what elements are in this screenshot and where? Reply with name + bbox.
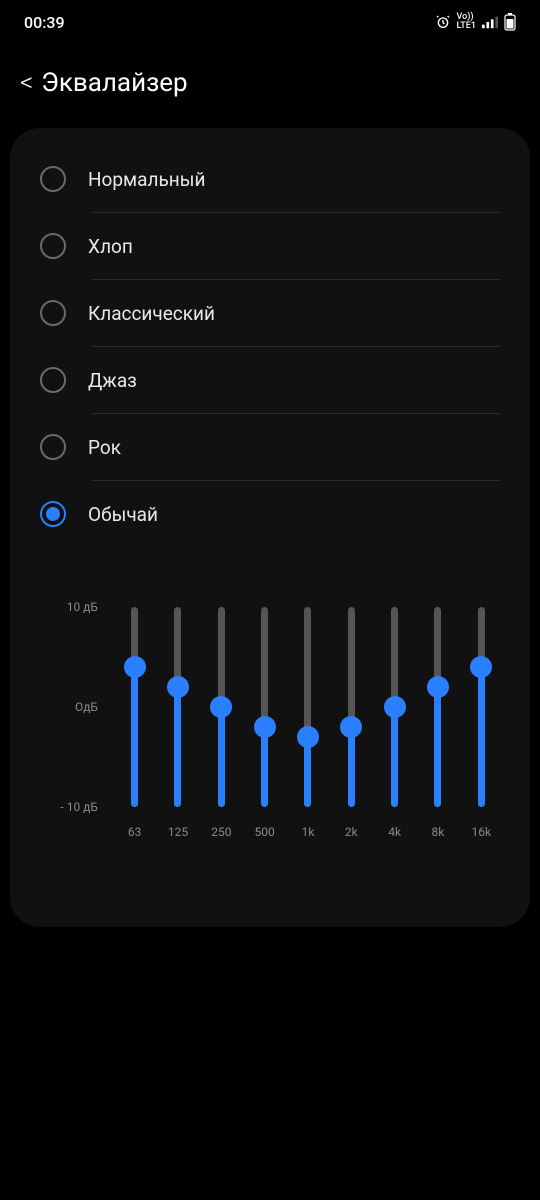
- eq-thumb[interactable]: [297, 726, 319, 748]
- preset-label: Классический: [88, 302, 215, 325]
- preset-label: Обычай: [88, 503, 158, 526]
- eq-thumb[interactable]: [254, 716, 276, 738]
- radio-classic[interactable]: [40, 300, 66, 326]
- eq-band-4k[interactable]: [376, 607, 413, 807]
- radio-normal[interactable]: [40, 166, 66, 192]
- header: < Эквалайзер: [0, 44, 540, 118]
- eq-xlabel: 16k: [463, 825, 500, 839]
- eq-band-1k[interactable]: [289, 607, 326, 807]
- eq-fill: [218, 707, 225, 807]
- eq-fill: [348, 727, 355, 807]
- eq-thumb[interactable]: [210, 696, 232, 718]
- preset-label: Джаз: [88, 369, 137, 392]
- eq-band-63[interactable]: [116, 607, 153, 807]
- eq-ylabel: - 10 дБ: [60, 800, 98, 814]
- preset-label: Нормальный: [88, 168, 205, 191]
- preset-label: Хлоп: [88, 235, 133, 258]
- eq-band-250[interactable]: [203, 607, 240, 807]
- preset-classic[interactable]: Классический: [10, 280, 530, 346]
- volte-indicator: Vo))LTE1: [457, 13, 476, 31]
- eq-band-500[interactable]: [246, 607, 283, 807]
- eq-fill: [478, 667, 485, 807]
- preset-custom[interactable]: Обычай: [10, 481, 530, 547]
- preset-list: Нормальный Хлоп Классический Джаз Рок Обычай: [10, 146, 530, 547]
- eq-xlabel: 125: [159, 825, 196, 839]
- eq-fill: [174, 687, 181, 807]
- eq-thumb[interactable]: [470, 656, 492, 678]
- alarm-icon: [435, 14, 451, 30]
- eq-fill: [434, 687, 441, 807]
- radio-custom[interactable]: [40, 501, 66, 527]
- eq-xlabel: 250: [203, 825, 240, 839]
- eq-sliders: [116, 607, 500, 807]
- back-button[interactable]: <: [20, 68, 33, 98]
- radio-rock[interactable]: [40, 434, 66, 460]
- eq-band-125[interactable]: [159, 607, 196, 807]
- eq-thumb[interactable]: [124, 656, 146, 678]
- eq-thumb[interactable]: [384, 696, 406, 718]
- radio-inner-icon: [46, 507, 60, 521]
- eq-fill: [261, 727, 268, 807]
- eq-xlabel: 4k: [376, 825, 413, 839]
- status-time: 00:39: [24, 13, 65, 32]
- radio-jazz[interactable]: [40, 367, 66, 393]
- radio-pop[interactable]: [40, 233, 66, 259]
- status-right: Vo))LTE1: [435, 13, 516, 31]
- preset-normal[interactable]: Нормальный: [10, 146, 530, 212]
- preset-pop[interactable]: Хлоп: [10, 213, 530, 279]
- eq-band-16k[interactable]: [463, 607, 500, 807]
- eq-thumb[interactable]: [427, 676, 449, 698]
- eq-thumb[interactable]: [340, 716, 362, 738]
- eq-fill: [131, 667, 138, 807]
- eq-xlabel: 8k: [419, 825, 456, 839]
- eq-xlabel: 2k: [333, 825, 370, 839]
- eq-ylabel: 10 дБ: [67, 600, 98, 614]
- battery-icon: [504, 13, 516, 31]
- eq-xlabel: 500: [246, 825, 283, 839]
- preset-rock[interactable]: Рок: [10, 414, 530, 480]
- eq-xlabel: 1k: [289, 825, 326, 839]
- preset-label: Рок: [88, 436, 121, 459]
- status-bar: 00:39 Vo))LTE1: [0, 0, 540, 44]
- signal-icon: [482, 15, 498, 29]
- eq-x-axis-labels: 63 125 250 500 1k 2k 4k 8k 16k: [116, 825, 500, 839]
- equalizer-panel: НормальныйХлопКлассическийДжазРокОбычай …: [10, 128, 530, 927]
- equalizer-sliders-area: 10 дБOдБ- 10 дБ 631252505001k2k4k8k16k: [10, 607, 530, 867]
- eq-ylabel: OдБ: [75, 700, 98, 714]
- eq-thumb[interactable]: [167, 676, 189, 698]
- eq-fill: [391, 707, 398, 807]
- eq-y-axis-labels: 10 дБOдБ- 10 дБ: [40, 607, 106, 867]
- eq-xlabel: 63: [116, 825, 153, 839]
- page-title: Эквалайзер: [41, 68, 187, 98]
- eq-band-2k[interactable]: [333, 607, 370, 807]
- preset-jazz[interactable]: Джаз: [10, 347, 530, 413]
- eq-band-8k[interactable]: [419, 607, 456, 807]
